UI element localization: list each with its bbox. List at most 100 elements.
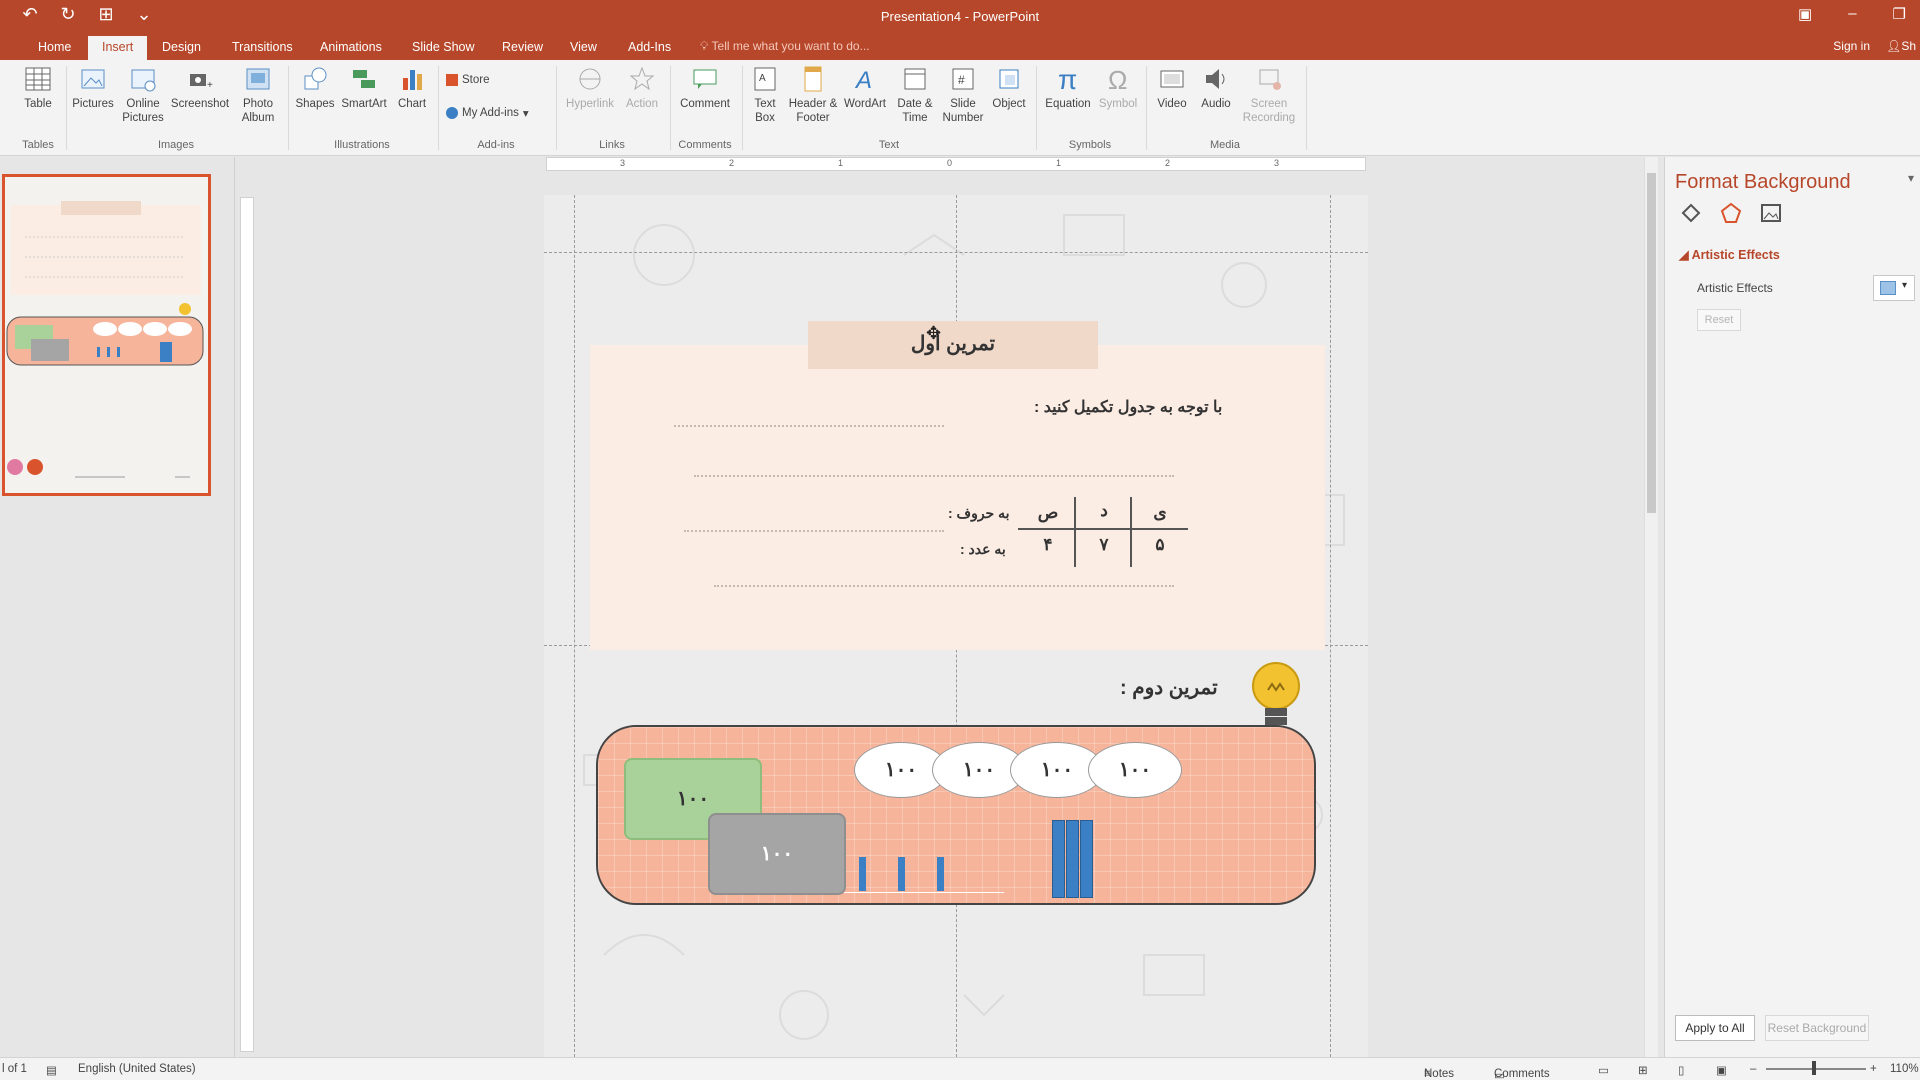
tens-stick[interactable] — [898, 857, 905, 891]
zoom-out-icon[interactable]: – — [1750, 1063, 1756, 1075]
slide-thumbnail[interactable] — [2, 174, 211, 496]
tab-review[interactable]: Review — [488, 36, 557, 60]
wordart-button[interactable]: A WordArt — [842, 64, 888, 111]
equation-button[interactable]: π Equation — [1040, 64, 1096, 111]
zoom-slider-thumb[interactable] — [1812, 1061, 1816, 1075]
fill-tab-icon[interactable] — [1679, 201, 1703, 225]
pictures-button[interactable]: Pictures — [70, 64, 116, 111]
apply-to-all-button[interactable]: Apply to All — [1675, 1015, 1755, 1041]
table-value-cell: ۴ — [1043, 535, 1053, 554]
object-button[interactable]: Object — [988, 64, 1030, 111]
slide-sorter-icon[interactable]: ⊞ — [1638, 1063, 1648, 1077]
artistic-effects-section[interactable]: ◢ Artistic Effects — [1679, 247, 1780, 262]
vertical-scrollbar[interactable] — [1644, 157, 1658, 1057]
my-addins-button[interactable]: My Add-ins ▾ — [446, 106, 529, 120]
language-indicator[interactable]: English (United States) — [78, 1063, 196, 1075]
video-button[interactable]: Video — [1150, 64, 1194, 111]
ruler-mark: 0 — [947, 158, 953, 168]
restore-icon[interactable]: ❐ — [1893, 5, 1906, 23]
pane-title: Format Background — [1675, 171, 1851, 193]
shapes-button[interactable]: Shapes — [292, 64, 338, 111]
hyperlink-button[interactable]: Hyperlink — [560, 64, 620, 111]
tab-design[interactable]: Design — [148, 36, 215, 60]
artistic-effects-dropdown[interactable]: ▾ — [1873, 275, 1915, 301]
group-comments: Comments — [678, 139, 732, 151]
picture-tab-icon[interactable] — [1759, 201, 1783, 225]
answer-line — [674, 425, 944, 427]
normal-view-icon[interactable]: ▭ — [1598, 1063, 1609, 1077]
photo-album-icon — [246, 68, 270, 90]
table-header-cell: د — [1100, 501, 1108, 520]
tab-home[interactable]: Home — [24, 36, 85, 60]
tab-animations[interactable]: Animations — [306, 36, 396, 60]
scrollbar-thumb[interactable] — [1647, 173, 1656, 513]
exercise-two-title[interactable]: تمرین دوم : — [1120, 675, 1218, 700]
symbol-button[interactable]: Ω Symbol — [1096, 64, 1140, 111]
zoom-in-icon[interactable]: + — [1870, 1063, 1877, 1075]
reset-button[interactable]: Reset — [1697, 309, 1741, 331]
screen-recording-button[interactable]: Screen Recording — [1238, 64, 1300, 125]
screenshot-button[interactable]: + Screenshot — [170, 64, 230, 111]
minimize-icon[interactable]: – — [1848, 5, 1856, 23]
tab-view[interactable]: View — [556, 36, 611, 60]
group-symbols: Symbols — [1068, 139, 1112, 151]
date-time-button[interactable]: Date & Time — [890, 64, 940, 125]
header-footer-button[interactable]: Header & Footer — [786, 64, 840, 125]
tab-slide-show[interactable]: Slide Show — [398, 36, 489, 60]
audio-button[interactable]: Audio — [1196, 64, 1236, 111]
slide-canvas[interactable]: تمرین اول با توجه به جدول تکمیل کنید : ی… — [544, 195, 1368, 1057]
effects-tab-icon[interactable] — [1719, 201, 1743, 225]
exercise-one-instruction[interactable]: با توجه به جدول تکمیل کنید : — [1034, 397, 1222, 417]
hyperlink-icon — [579, 68, 601, 90]
table-value-cell: ۵ — [1155, 535, 1165, 554]
pane-options-icon[interactable]: ▾ — [1908, 171, 1914, 185]
group-separator — [1306, 66, 1307, 150]
hundred-block[interactable] — [1080, 820, 1093, 898]
tab-transitions[interactable]: Transitions — [218, 36, 307, 60]
tens-stick[interactable] — [937, 857, 944, 891]
sign-in-link[interactable]: Sign in — [1833, 39, 1870, 53]
tab-add-ins[interactable]: Add-Ins — [614, 36, 685, 60]
comment-button[interactable]: Comment — [676, 64, 734, 111]
share-button[interactable]: 👤︎Sh — [1886, 39, 1916, 53]
action-button[interactable]: Action — [620, 64, 664, 111]
spelling-icon[interactable]: ▤ — [46, 1063, 57, 1077]
tell-me-text: Tell me what you want to do... — [711, 39, 870, 53]
slide-number-button[interactable]: # Slide Number — [940, 64, 986, 125]
hundred-block[interactable] — [1052, 820, 1065, 898]
online-pictures-button[interactable]: Online Pictures — [118, 64, 168, 125]
photo-album-button[interactable]: Photo Album — [234, 64, 282, 125]
table-divider — [1074, 497, 1076, 567]
store-label: Store — [462, 74, 490, 86]
tell-me-box[interactable]: 💡︎ Tell me what you want to do... — [700, 39, 870, 54]
zoom-level[interactable]: 110% — [1890, 1063, 1919, 1075]
chart-button[interactable]: Chart — [392, 64, 432, 111]
group-separator — [66, 66, 67, 150]
ruler-mark: 2 — [1165, 158, 1171, 168]
guide-line[interactable] — [574, 195, 575, 1057]
action-icon — [629, 66, 655, 91]
table-button[interactable]: Table — [20, 64, 56, 111]
store-button[interactable]: Store — [446, 74, 490, 86]
slide-number-icon: # — [952, 68, 974, 90]
tens-stick[interactable] — [859, 857, 866, 891]
chevron-down-icon: ▾ — [1902, 280, 1908, 291]
guide-line[interactable] — [1330, 195, 1331, 1057]
hundred-block[interactable] — [1066, 820, 1079, 898]
smartart-button[interactable]: SmartArt — [338, 64, 390, 111]
equation-icon: π — [1058, 64, 1077, 94]
reading-view-icon[interactable]: ▯ — [1678, 1063, 1684, 1077]
zoom-slider[interactable] — [1766, 1068, 1866, 1070]
text-box-button[interactable]: A Text Box — [748, 64, 782, 125]
slide-number-label: Slide Number — [942, 98, 984, 124]
slideshow-view-icon[interactable]: ▣ — [1716, 1063, 1727, 1077]
grey-hundred-card[interactable]: ۱۰۰ — [708, 813, 846, 895]
reset-background-button[interactable]: Reset Background — [1765, 1015, 1869, 1041]
ribbon-display-options-icon[interactable]: ▣ — [1798, 5, 1812, 23]
object-label: Object — [992, 98, 1026, 110]
equation-label: Equation — [1045, 98, 1091, 110]
exercise-one-title[interactable]: تمرین اول — [808, 321, 1098, 369]
hundred-oval[interactable]: ۱۰۰ — [1088, 742, 1182, 798]
exercise-one-card[interactable] — [590, 345, 1325, 650]
tab-insert[interactable]: Insert — [88, 36, 148, 60]
